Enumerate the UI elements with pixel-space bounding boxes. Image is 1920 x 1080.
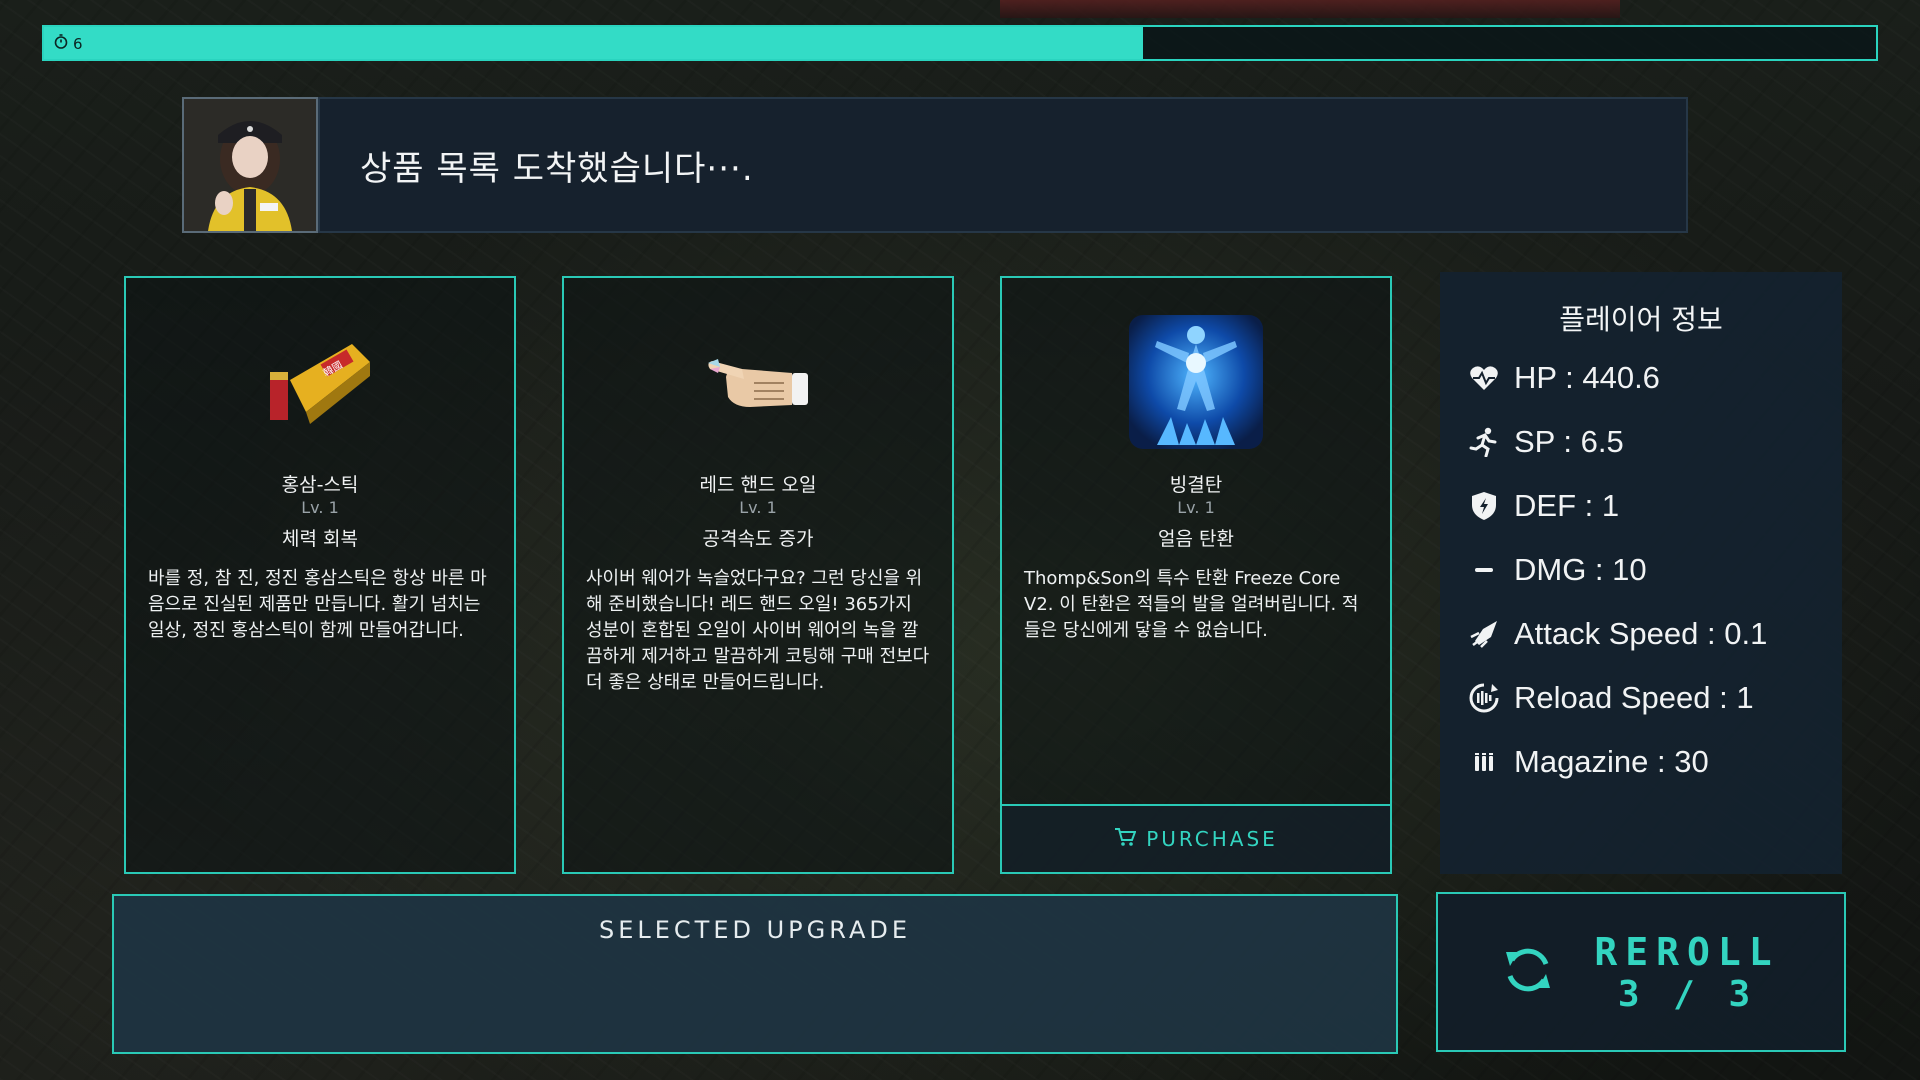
stat-text: Magazine : 30 bbox=[1514, 744, 1709, 779]
card-level: Lv. 1 bbox=[1177, 498, 1215, 517]
card-type: 얼음 탄환 bbox=[1158, 528, 1234, 550]
purchase-label: PURCHASE bbox=[1146, 827, 1278, 851]
stopwatch-icon bbox=[54, 34, 68, 53]
card-name: 홍삼-스틱 bbox=[281, 474, 359, 496]
freeze-bullet-icon bbox=[1126, 312, 1266, 452]
card-level: Lv. 1 bbox=[301, 498, 339, 517]
dialogue-text: 상품 목록 도착했습니다···. bbox=[360, 148, 754, 189]
running-icon bbox=[1468, 426, 1500, 458]
card-name: 빙결탄 bbox=[1169, 474, 1223, 496]
upgrade-card-2[interactable]: 레드 핸드 오일 Lv. 1 공격속도 증가 사이버 웨어가 녹슬었다구요? 그… bbox=[562, 276, 954, 874]
stat-magazine: Magazine : 30 bbox=[1468, 744, 1709, 780]
cart-icon bbox=[1114, 827, 1137, 852]
speed-icon bbox=[1468, 618, 1500, 650]
stat-text: DMG : 10 bbox=[1514, 552, 1647, 587]
reroll-count: 3 / 3 bbox=[1617, 973, 1757, 1015]
stat-text: DEF : 1 bbox=[1514, 488, 1620, 523]
timer-fill bbox=[44, 27, 1144, 59]
card-description: 사이버 웨어가 녹슬었다구요? 그런 당신을 위해 준비했습니다! 레드 핸드 … bbox=[586, 568, 930, 693]
bullet-icon bbox=[1468, 554, 1500, 586]
shield-icon bbox=[1468, 490, 1500, 522]
stat-text: HP : 440.6 bbox=[1514, 360, 1660, 395]
stat-def: DEF : 1 bbox=[1468, 488, 1619, 524]
stat-dmg: DMG : 10 bbox=[1468, 552, 1647, 588]
timer-value: 6 bbox=[73, 34, 83, 53]
hand-oil-icon bbox=[688, 312, 828, 452]
upgrade-card-3[interactable]: 빙결탄 Lv. 1 얼음 탄환 Thomp&Son의 특수 탄환 Freeze … bbox=[1000, 276, 1392, 874]
background-vehicle bbox=[1000, 0, 1620, 18]
selected-upgrade-label: SELECTED UPGRADE bbox=[598, 916, 912, 944]
reroll-label: REROLL bbox=[1594, 929, 1780, 974]
timer-label: 6 bbox=[54, 34, 83, 53]
stat-hp: HP : 440.6 bbox=[1468, 360, 1660, 396]
card-level: Lv. 1 bbox=[739, 498, 777, 517]
player-info-title: 플레이어 정보 bbox=[1559, 303, 1723, 336]
stat-reload-speed: Reload Speed : 1 bbox=[1468, 680, 1754, 716]
magazine-icon bbox=[1468, 746, 1500, 778]
reroll-text: REROLL 3 / 3 bbox=[1594, 930, 1779, 1015]
card-name: 레드 핸드 오일 bbox=[699, 474, 817, 496]
upgrade-card-1[interactable]: 韓國 홍삼-스틱 Lv. 1 체력 회복 바를 정, 참 진, 정진 홍삼스틱은… bbox=[124, 276, 516, 874]
selected-upgrade-panel: SELECTED UPGRADE bbox=[112, 894, 1398, 1054]
dialogue-box: 상품 목록 도착했습니다···. bbox=[318, 97, 1688, 233]
timer-bar: 6 bbox=[42, 25, 1878, 61]
stat-attack-speed: Attack Speed : 0.1 bbox=[1468, 616, 1767, 652]
stat-text: Reload Speed : 1 bbox=[1514, 680, 1754, 715]
reroll-button[interactable]: REROLL 3 / 3 bbox=[1436, 892, 1846, 1052]
card-description: Thomp&Son의 특수 탄환 Freeze Core V2. 이 탄환은 적… bbox=[1024, 568, 1359, 641]
npc-portrait bbox=[182, 97, 318, 233]
purchase-button[interactable]: PURCHASE bbox=[1002, 804, 1390, 872]
reload-icon bbox=[1468, 682, 1500, 714]
heart-icon bbox=[1468, 362, 1500, 394]
card-type: 공격속도 증가 bbox=[702, 528, 814, 550]
stat-text: Attack Speed : 0.1 bbox=[1514, 616, 1768, 651]
card-type: 체력 회복 bbox=[282, 528, 358, 550]
stat-text: SP : 6.5 bbox=[1514, 424, 1624, 459]
ginseng-stick-icon: 韓國 bbox=[250, 312, 390, 452]
card-description: 바를 정, 참 진, 정진 홍삼스틱은 항상 바른 마음으로 진실된 제품만 만… bbox=[148, 568, 487, 641]
refresh-icon bbox=[1502, 944, 1554, 1000]
player-info-panel: 플레이어 정보 HP : 440.6 SP : 6.5 DEF : 1 DMG … bbox=[1440, 272, 1842, 874]
stat-sp: SP : 6.5 bbox=[1468, 424, 1624, 460]
